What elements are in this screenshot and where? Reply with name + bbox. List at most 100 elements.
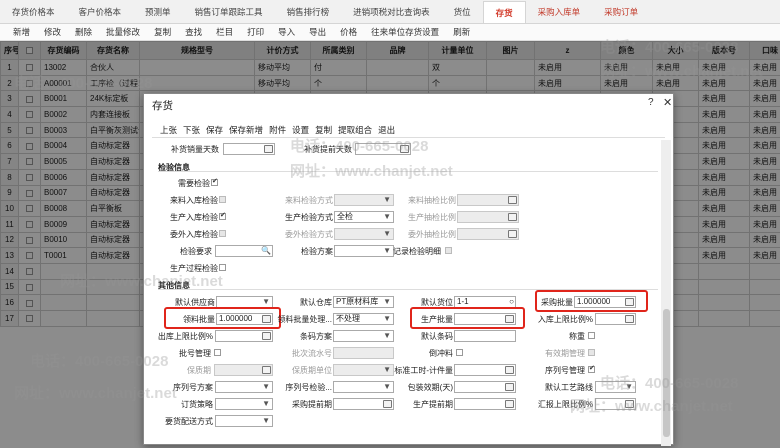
default-barcode-field[interactable]	[454, 330, 516, 342]
toolbar-button-1[interactable]: 修改	[37, 26, 68, 38]
replenish-sales-days-field[interactable]	[223, 143, 275, 155]
delivery-select[interactable]: ▼	[215, 415, 273, 427]
incoming-check-label: 来料入库检验	[170, 196, 218, 205]
reserve-checkbox[interactable]	[456, 349, 463, 356]
dialog-menu-item[interactable]: 保存新增	[229, 124, 263, 136]
default-route-label: 默认工艺路线	[545, 383, 593, 392]
toolbar-button-8[interactable]: 导入	[271, 26, 302, 38]
shelf-field[interactable]	[214, 364, 273, 376]
tab-0[interactable]: 存货价格本	[0, 1, 67, 23]
outsource-method-label: 委外检验方式	[285, 230, 333, 239]
tab-6[interactable]: 货位	[442, 1, 483, 23]
check-req-field[interactable]: 🔍	[215, 245, 273, 257]
tab-9[interactable]: 采购订单	[592, 1, 650, 23]
incoming-check-checkbox[interactable]	[219, 196, 226, 203]
pack-capacity-field[interactable]	[454, 381, 516, 393]
tab-bar: 存货价格本 客户价格本 预测单 销售订单跟踪工具 销售排行榜 进销项税对比查询表 货位 存货采…	[0, 0, 780, 24]
search-icon[interactable]: 🔍	[261, 246, 271, 256]
highlight-purchase-batch	[535, 290, 648, 312]
outsource-check-label: 委外入库检验	[170, 230, 218, 239]
divider	[152, 137, 665, 138]
tab-4[interactable]: 销售排行榜	[275, 1, 342, 23]
weighable-checkbox[interactable]	[588, 332, 595, 339]
serial-mgmt-checkbox[interactable]	[588, 364, 595, 373]
toolbar-button-10[interactable]: 价格	[333, 26, 364, 38]
tab-7[interactable]: 存货	[482, 1, 526, 23]
toolbar-button-7[interactable]: 打印	[240, 26, 271, 38]
toolbar-button-5[interactable]: 查找	[178, 26, 209, 38]
barcode-plan-select[interactable]: ▼	[333, 330, 394, 342]
need-check-checkbox[interactable]	[211, 177, 218, 186]
need-check-label: 需要检验	[178, 179, 210, 188]
default-route-select[interactable]: ▼	[595, 381, 636, 393]
incoming-ratio-field[interactable]	[457, 194, 519, 206]
record-detail-checkbox[interactable]	[445, 247, 452, 254]
in-upper-label: 入库上限比例%	[537, 315, 593, 324]
serial-plan-select[interactable]: ▼	[215, 381, 273, 393]
outsource-ratio-field[interactable]	[457, 228, 519, 240]
toolbar-button-6[interactable]: 栏目	[209, 26, 240, 38]
shelf-unit-select[interactable]: ▼	[333, 364, 394, 376]
toolbar-button-9[interactable]: 导出	[302, 26, 333, 38]
dialog-content: 补货销量天数 补货提前天数 检验信息 需要检验 来料入库检验 来料检验方式 ▼ …	[144, 140, 675, 446]
toolbar-button-12[interactable]: 刷新	[446, 26, 477, 38]
help-icon[interactable]: ?	[648, 97, 654, 108]
outsource-check-checkbox[interactable]	[219, 230, 226, 237]
prod-check-checkbox[interactable]	[219, 211, 226, 220]
tab-8[interactable]: 采购入库单	[526, 1, 593, 23]
purchase-lead-field[interactable]	[333, 398, 394, 410]
serial-flow-field[interactable]	[333, 347, 394, 359]
replenish-lead-days-field[interactable]	[355, 143, 411, 155]
toolbar-button-11[interactable]: 往来单位存货设置	[364, 26, 446, 38]
batch-mgmt-checkbox[interactable]	[214, 349, 221, 356]
delivery-label: 要货配送方式	[165, 417, 213, 426]
process-check-checkbox[interactable]	[219, 264, 226, 271]
report-upper-field[interactable]	[595, 398, 636, 410]
serial-verify-select[interactable]: ▼	[333, 381, 394, 393]
prod-lead-field[interactable]	[454, 398, 516, 410]
incoming-method-label: 来料检验方式	[285, 196, 333, 205]
toolbar-button-2[interactable]: 删除	[68, 26, 99, 38]
toolbar-button-4[interactable]: 复制	[147, 26, 178, 38]
prod-ratio-field[interactable]	[457, 211, 519, 223]
tab-2[interactable]: 预测单	[133, 1, 183, 23]
check-plan-select[interactable]: ▼	[334, 245, 394, 257]
out-upper-field[interactable]	[215, 330, 273, 342]
tab-3[interactable]: 销售订单跟踪工具	[183, 1, 275, 23]
valid-mgmt-label: 有效期管理	[545, 349, 585, 358]
dialog-menu-item[interactable]: 附件	[269, 124, 286, 136]
serial-mgmt-label: 序列号管理	[545, 366, 585, 375]
warehouse-select[interactable]: PT原材料库 ▼	[333, 296, 394, 308]
dialog-menu-item[interactable]: 下张	[183, 124, 200, 136]
tab-1[interactable]: 客户价格本	[67, 1, 134, 23]
in-upper-field[interactable]	[595, 313, 636, 325]
incoming-ratio-label: 来料抽检比例	[408, 196, 456, 205]
shelf-unit-label: 保质期单位	[292, 366, 332, 375]
dialog-menu-item[interactable]: 提取组合	[338, 124, 372, 136]
tab-5[interactable]: 进销项税对比查询表	[341, 1, 442, 23]
replenish-lead-days-label: 补货提前天数	[304, 145, 352, 154]
warehouse-label: 默认仓库	[300, 298, 332, 307]
inventory-dialog: 存货 ? ✕ 上张 下张 保存 保存新增 附件 设置 复制 提取组合 退出 补货销量天数 补货提…	[143, 93, 675, 446]
out-upper-label: 出库上限比例%	[157, 332, 213, 341]
dialog-menu-item[interactable]: 设置	[292, 124, 309, 136]
toolbar-button-0[interactable]: 新增	[6, 26, 37, 38]
serial-flow-label: 批次流水号	[292, 349, 332, 358]
order-strategy-select[interactable]: ▼	[215, 398, 273, 410]
std-hours-field[interactable]	[454, 364, 516, 376]
close-icon[interactable]: ✕	[663, 96, 672, 109]
valid-mgmt-checkbox[interactable]	[588, 349, 595, 356]
dialog-menu-item[interactable]: 复制	[315, 124, 332, 136]
process-check-label: 生产过程检验	[170, 264, 218, 273]
weighable-label: 称重	[569, 332, 585, 341]
toolbar-button-3[interactable]: 批量修改	[99, 26, 147, 38]
prod-method-select[interactable]: 全检 ▼	[334, 211, 394, 223]
outsource-method-select[interactable]: ▼	[334, 228, 394, 240]
section-divider	[158, 171, 658, 172]
dialog-menu-item[interactable]: 上张	[160, 124, 177, 136]
material-handling-select[interactable]: 不处理 ▼	[333, 313, 394, 325]
scrollbar-thumb[interactable]	[663, 309, 670, 437]
dialog-menu-item[interactable]: 退出	[378, 124, 395, 136]
dialog-menu-item[interactable]: 保存	[206, 124, 223, 136]
incoming-method-select[interactable]: ▼	[334, 194, 394, 206]
